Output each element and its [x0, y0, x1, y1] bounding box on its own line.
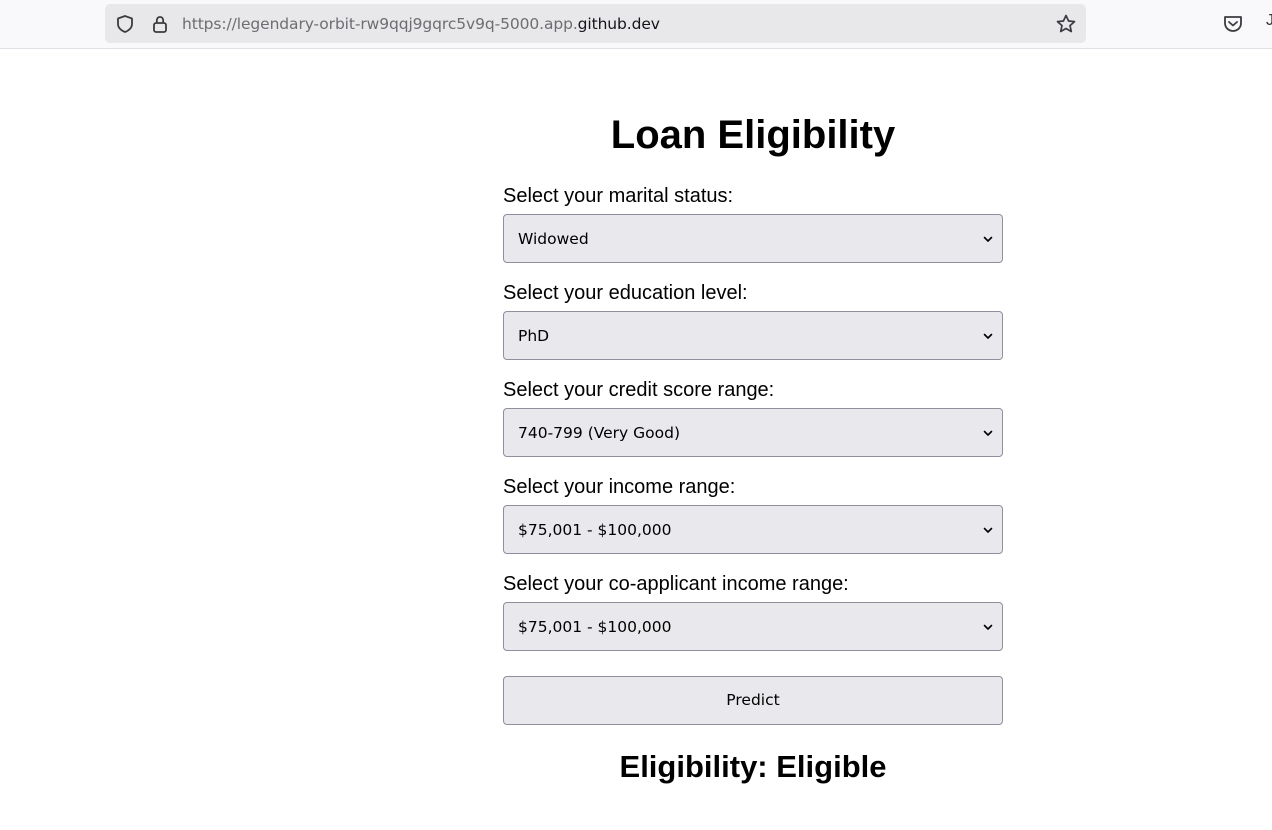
lock-icon[interactable]: [150, 14, 170, 34]
url-host: github.dev: [577, 15, 660, 33]
credit-score-value: 740-799 (Very Good): [518, 424, 681, 442]
income-range-select[interactable]: $75,001 - $100,000: [503, 505, 1003, 554]
education-level-value: PhD: [518, 327, 550, 345]
chevron-down-icon: [983, 333, 993, 339]
marital-status-label: Select your marital status:: [503, 185, 734, 207]
bookmark-star-icon[interactable]: [1055, 13, 1077, 35]
page-title: Loan Eligibility: [610, 113, 896, 157]
chevron-down-icon: [983, 624, 993, 630]
coapplicant-income-label: Select your co-applicant income range:: [503, 573, 849, 595]
credit-score-label: Select your credit score range:: [503, 379, 775, 401]
marital-status-value: Widowed: [518, 230, 589, 248]
chevron-down-icon: [983, 236, 993, 242]
coapplicant-income-value: $75,001 - $100,000: [518, 618, 672, 636]
address-bar[interactable]: https://legendary-orbit-rw9qqj9gqrc5v9q-…: [105, 4, 1086, 43]
url-text[interactable]: https://legendary-orbit-rw9qqj9gqrc5v9q-…: [182, 15, 660, 33]
pocket-icon[interactable]: [1222, 13, 1244, 35]
income-range-label: Select your income range:: [503, 476, 736, 498]
shield-icon[interactable]: [115, 14, 135, 34]
eligibility-result: Eligibility: Eligible: [619, 749, 887, 784]
coapplicant-income-select[interactable]: $75,001 - $100,000: [503, 602, 1003, 651]
education-level-label: Select your education level:: [503, 282, 748, 304]
chevron-down-icon: [983, 430, 993, 436]
education-level-select[interactable]: PhD: [503, 311, 1003, 360]
url-prefix: https://legendary-orbit-rw9qqj9gqrc5v9q-…: [182, 15, 578, 33]
credit-score-select[interactable]: 740-799 (Very Good): [503, 408, 1003, 457]
chevron-down-icon: [983, 527, 993, 533]
predict-button[interactable]: Predict: [503, 676, 1003, 725]
browser-toolbar: https://legendary-orbit-rw9qqj9gqrc5v9q-…: [0, 0, 1272, 49]
overflow-icon[interactable]: J: [1266, 12, 1272, 30]
income-range-value: $75,001 - $100,000: [518, 521, 672, 539]
marital-status-select[interactable]: Widowed: [503, 214, 1003, 263]
